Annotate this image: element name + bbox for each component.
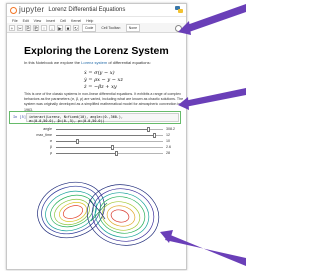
intro-text: In this Notebook we explore the Lorenz s… xyxy=(24,60,151,65)
notebook-header: jupyter Lorenz Differential Equations xyxy=(7,4,186,16)
lorenz-system-link[interactable]: Lorenz system xyxy=(81,60,107,65)
slider-handle[interactable] xyxy=(152,132,156,138)
jupyter-logo[interactable]: jupyter xyxy=(10,5,44,15)
intro-before: In this Notebook we explore the xyxy=(24,60,81,65)
notebook-title[interactable]: Lorenz Differential Equations xyxy=(48,5,125,15)
jupyter-logo-text: jupyter xyxy=(19,5,45,14)
run-cell-button[interactable]: ▶ xyxy=(57,24,63,31)
code-cell[interactable]: In [5]: interact(Lorenz, N=fixed(10), an… xyxy=(9,111,181,124)
slider-fill xyxy=(56,146,112,148)
slider-handle[interactable] xyxy=(110,144,114,150)
equation-z: ż = −βz + xy xyxy=(84,84,117,90)
equation-y: ẏ = ρx − y − xz xyxy=(84,77,123,83)
attractor-loop xyxy=(110,209,130,223)
slider-track[interactable] xyxy=(56,132,163,138)
intro-after: of differential equations: xyxy=(108,60,151,65)
slider-value[interactable]: 28 xyxy=(166,150,170,156)
slider-track[interactable] xyxy=(56,144,163,150)
slider-track[interactable] xyxy=(56,138,163,144)
cell-type-select[interactable]: Code xyxy=(82,23,97,32)
notebook-toolbar: + ✂ ⎘ ⎗ ↑ ↓ ▶ ■ ↻ Code Cell Toolbar: Non… xyxy=(7,23,186,33)
jupyter-logo-icon xyxy=(10,6,17,14)
description-paragraph: This is one of the classic systems in no… xyxy=(24,92,184,112)
slider-handle[interactable] xyxy=(146,126,150,132)
cut-cell-button[interactable]: ✂ xyxy=(17,24,23,31)
slider-fill xyxy=(56,152,116,154)
callout-arrow-bottom xyxy=(160,230,246,266)
insert-cell-button[interactable]: + xyxy=(9,24,15,31)
move-down-button[interactable]: ↓ xyxy=(49,24,55,31)
slider-fill xyxy=(56,128,148,130)
cell-toolbar-label: Cell Toolbar: xyxy=(101,25,121,30)
slider-handle[interactable] xyxy=(75,138,79,144)
paste-cell-button[interactable]: ⎗ xyxy=(33,24,39,31)
cell-toolbar-select[interactable]: None xyxy=(125,23,141,32)
callout-arrow-middle xyxy=(178,88,246,110)
move-up-button[interactable]: ↑ xyxy=(41,24,47,31)
lorenz-attractor-plot xyxy=(37,181,160,246)
attractor-loop xyxy=(86,184,160,246)
callout-arrow-top xyxy=(178,4,246,35)
interrupt-kernel-button[interactable]: ■ xyxy=(65,24,71,31)
code-editor[interactable]: interact(Lorenz, N=fixed(10), angle=(0.,… xyxy=(26,113,179,123)
page-title: Exploring the Lorenz System xyxy=(24,45,169,57)
equation-x: ẋ = σ(y − x) xyxy=(84,70,115,76)
code-line-2: σ=(0.0,50.0), β=(0.,5), ρ=(0.0,50.0)) xyxy=(29,118,105,123)
attractor-loop xyxy=(106,205,136,227)
slider-track[interactable] xyxy=(56,150,163,156)
slider-fill xyxy=(56,134,154,136)
attractor-loop xyxy=(59,202,87,222)
restart-kernel-button[interactable]: ↻ xyxy=(73,24,79,31)
copy-cell-button[interactable]: ⎘ xyxy=(25,24,31,31)
slider-fill xyxy=(56,140,77,142)
slider-track[interactable] xyxy=(56,126,163,132)
